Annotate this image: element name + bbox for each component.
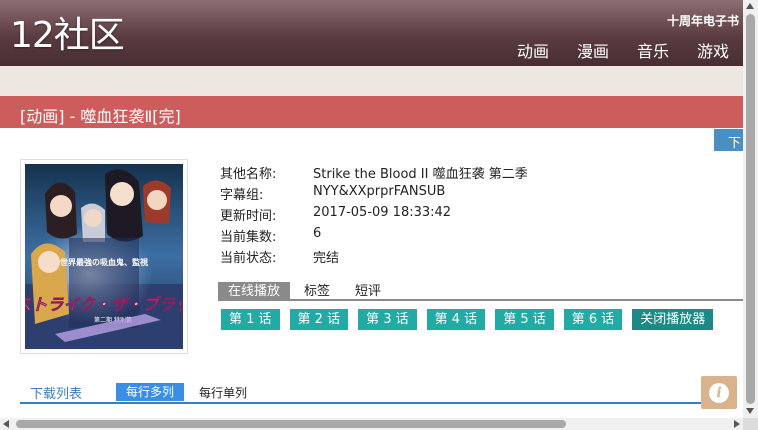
- episode-button-3[interactable]: 第 3 话: [358, 309, 417, 330]
- scroll-down-icon[interactable]: [746, 408, 754, 414]
- multi-column-toggle[interactable]: 每行多列: [116, 383, 185, 401]
- episode-button-2[interactable]: 第 2 话: [289, 309, 349, 330]
- detail-row-subtitle-group: 字幕组: NYY&XXprprFANSUB: [220, 184, 528, 205]
- page: 12社区 十周年电子书 动画 漫画 音乐 游戏 [动画] - 噬血狂袭Ⅱ[完] …: [0, 0, 758, 430]
- detail-value: 2017-05-09 18:33:42: [313, 205, 452, 220]
- single-column-toggle[interactable]: 每行单列: [199, 384, 247, 401]
- detail-key: 当前集数:: [220, 230, 277, 245]
- detail-value: NYY&XXprprFANSUB: [313, 184, 446, 199]
- scroll-up-icon[interactable]: [746, 3, 754, 9]
- scroll-right-icon[interactable]: [734, 420, 740, 428]
- episode-button-5[interactable]: 第 5 话: [495, 309, 554, 330]
- detail-value: 6: [313, 226, 322, 241]
- details-list: 其他名称: Strike the Blood II 噬血狂袭 第二季 字幕组: …: [220, 163, 528, 268]
- site-header: 12社区 十周年电子书 动画 漫画 音乐 游戏: [0, 0, 743, 66]
- detail-key: 更新时间:: [220, 209, 277, 224]
- header-band: [0, 66, 743, 96]
- detail-row-status: 当前状态: 完结: [220, 247, 528, 268]
- episode-button-1[interactable]: 第 1 话: [221, 309, 280, 330]
- tab-tags[interactable]: 标签: [304, 282, 330, 301]
- nav-games[interactable]: 游戏: [697, 38, 729, 62]
- nav-music[interactable]: 音乐: [637, 38, 669, 62]
- detail-key: 字幕组:: [220, 188, 264, 203]
- vertical-scrollbar[interactable]: [743, 0, 758, 418]
- episode-button-6[interactable]: 第 6 话: [563, 309, 623, 330]
- episode-button-4[interactable]: 第 4 话: [426, 309, 486, 330]
- detail-row-updated: 更新时间: 2017-05-09 18:33:42: [220, 205, 528, 226]
- page-title: [动画] - 噬血狂袭Ⅱ[完]: [20, 107, 181, 126]
- info-icon: i: [709, 382, 729, 403]
- main-nav: 动画 漫画 音乐 游戏: [517, 38, 729, 62]
- download-tab[interactable]: 下: [714, 129, 744, 151]
- detail-value: Strike the Blood II 噬血狂袭 第二季: [313, 167, 528, 182]
- detail-row-episode-count: 当前集数: 6: [220, 226, 528, 247]
- anniversary-link[interactable]: 十周年电子书: [667, 12, 739, 29]
- vertical-scroll-thumb[interactable]: [746, 14, 755, 404]
- download-list-header: 下载列表 每行多列 每行单列: [20, 382, 724, 404]
- tab-short-review[interactable]: 短评: [355, 282, 381, 301]
- nav-anime[interactable]: 动画: [517, 38, 549, 62]
- detail-key: 其他名称:: [220, 167, 277, 182]
- tab-online-play[interactable]: 在线播放: [218, 282, 290, 301]
- page-title-bar: [动画] - 噬血狂袭Ⅱ[完]: [0, 96, 743, 128]
- content-tabs: 在线播放 标签 短评: [218, 282, 743, 301]
- detail-row-other-names: 其他名称: Strike the Blood II 噬血狂袭 第二季: [220, 163, 528, 184]
- close-player-button[interactable]: 关闭播放器: [632, 309, 714, 330]
- horizontal-scroll-thumb[interactable]: [16, 420, 566, 428]
- detail-value: 完结: [313, 251, 340, 266]
- scroll-left-icon[interactable]: [3, 420, 9, 428]
- svg-text:ストライク・ザ・ブラッド: ストライク・ザ・ブラッド: [25, 295, 183, 314]
- svg-text:世界最強の吸血鬼、監視: 世界最強の吸血鬼、監視: [60, 257, 148, 267]
- download-list-title[interactable]: 下载列表: [30, 383, 82, 402]
- nav-manga[interactable]: 漫画: [577, 38, 609, 62]
- scrollbar-corner: [743, 418, 758, 430]
- episode-list: 第 1 话 第 2 话 第 3 话 第 4 话 第 5 话 第 6 话 关闭播放…: [221, 309, 714, 330]
- poster-frame: 世界最強の吸血鬼、監視 ストライク・ザ・ブラッド 第二期 特別篇: [20, 159, 188, 354]
- site-logo[interactable]: 12社区: [10, 14, 125, 58]
- horizontal-scrollbar[interactable]: [0, 418, 743, 430]
- info-button[interactable]: i: [701, 376, 737, 409]
- anime-poster: 世界最強の吸血鬼、監視 ストライク・ザ・ブラッド 第二期 特別篇: [25, 164, 183, 349]
- detail-key: 当前状态:: [220, 251, 277, 266]
